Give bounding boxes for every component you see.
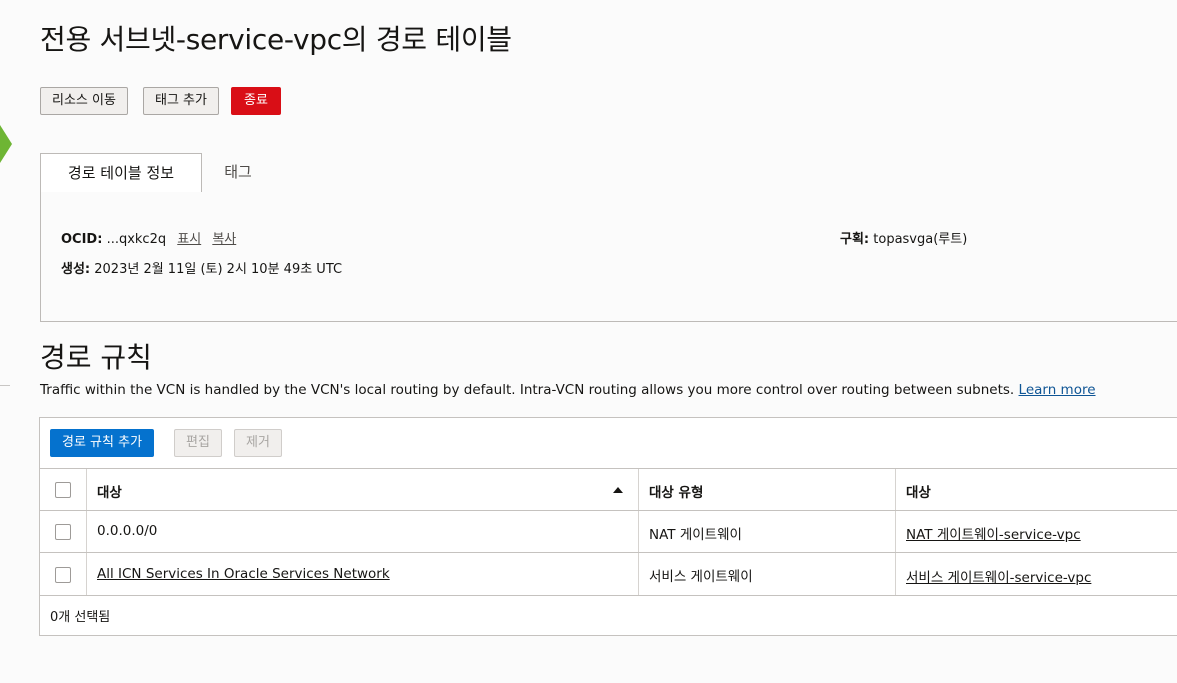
row-checkbox[interactable] [55, 567, 71, 583]
target-link[interactable]: 서비스 게이트웨이-service-vpc [906, 566, 1091, 586]
route-rules-table: 경로 규칙 추가 편집 제거 대상 대상 유형 대상 0.0.0.0/0 NAT… [39, 417, 1177, 636]
ocid-label: OCID: [61, 232, 103, 247]
compartment-row: 구획: topasvga(루트) [840, 228, 967, 247]
column-divider [895, 511, 896, 552]
route-table-info-panel: OCID: ...qxkc2q 표시 복사 생성: 2023년 2월 11일 (… [40, 192, 1177, 322]
copy-ocid-link[interactable]: 복사 [212, 232, 236, 247]
column-divider [638, 469, 639, 510]
column-divider [86, 511, 87, 552]
row-border [40, 552, 1177, 553]
table-header-top-border [40, 468, 1177, 469]
learn-more-link[interactable]: Learn more [1019, 382, 1096, 398]
column-divider [895, 469, 896, 510]
column-divider [895, 553, 896, 595]
sort-ascending-icon[interactable] [613, 487, 623, 493]
row-checkbox[interactable] [55, 524, 71, 540]
show-ocid-link[interactable]: 표시 [177, 232, 201, 247]
ocid-row: OCID: ...qxkc2q 표시 복사 [61, 228, 236, 247]
column-header-target[interactable]: 대상 [906, 481, 931, 501]
move-resource-button[interactable]: 리소스 이동 [40, 87, 128, 115]
row-border [40, 510, 1177, 511]
page-title: 전용 서브넷-service-vpc의 경로 테이블 [40, 23, 512, 56]
ocid-value: ...qxkc2q [106, 232, 167, 247]
edit-button: 편집 [174, 429, 222, 457]
selection-count: 0개 선택됨 [50, 610, 111, 625]
column-divider [638, 553, 639, 595]
created-value: 2023년 2월 11일 (토) 2시 10분 49초 UTC [94, 262, 343, 277]
column-header-destination[interactable]: 대상 [97, 481, 122, 501]
description-text: Traffic within the VCN is handled by the… [40, 382, 1015, 398]
nav-divider [0, 385, 10, 386]
route-rules-title: 경로 규칙 [40, 341, 152, 374]
compartment-label: 구획: [840, 232, 870, 247]
column-divider [86, 469, 87, 510]
nav-arrow-icon[interactable] [0, 125, 12, 163]
terminate-button[interactable]: 종료 [231, 87, 281, 115]
tab-route-table-info[interactable]: 경로 테이블 정보 [40, 153, 202, 193]
add-tags-button[interactable]: 태그 추가 [143, 87, 219, 115]
destination-cell: 0.0.0.0/0 [97, 523, 158, 539]
target-link[interactable]: NAT 게이트웨이-service-vpc [906, 523, 1081, 543]
column-divider [638, 511, 639, 552]
column-header-target-type[interactable]: 대상 유형 [649, 481, 703, 501]
select-all-checkbox[interactable] [55, 482, 71, 498]
target-type-cell: 서비스 게이트웨이 [649, 569, 753, 585]
destination-link[interactable]: All ICN Services In Oracle Services Netw… [97, 566, 390, 582]
add-route-rule-button[interactable]: 경로 규칙 추가 [50, 429, 155, 457]
created-label: 생성: [61, 262, 91, 277]
target-type-cell: NAT 게이트웨이 [649, 527, 742, 543]
row-border [40, 595, 1177, 596]
created-row: 생성: 2023년 2월 11일 (토) 2시 10분 49초 UTC [61, 258, 342, 277]
column-divider [86, 553, 87, 595]
route-rules-description: Traffic within the VCN is handled by the… [40, 382, 1096, 398]
remove-button: 제거 [234, 429, 282, 457]
tab-tags[interactable]: 태그 [202, 153, 274, 193]
compartment-value: topasvga(루트) [873, 232, 968, 247]
